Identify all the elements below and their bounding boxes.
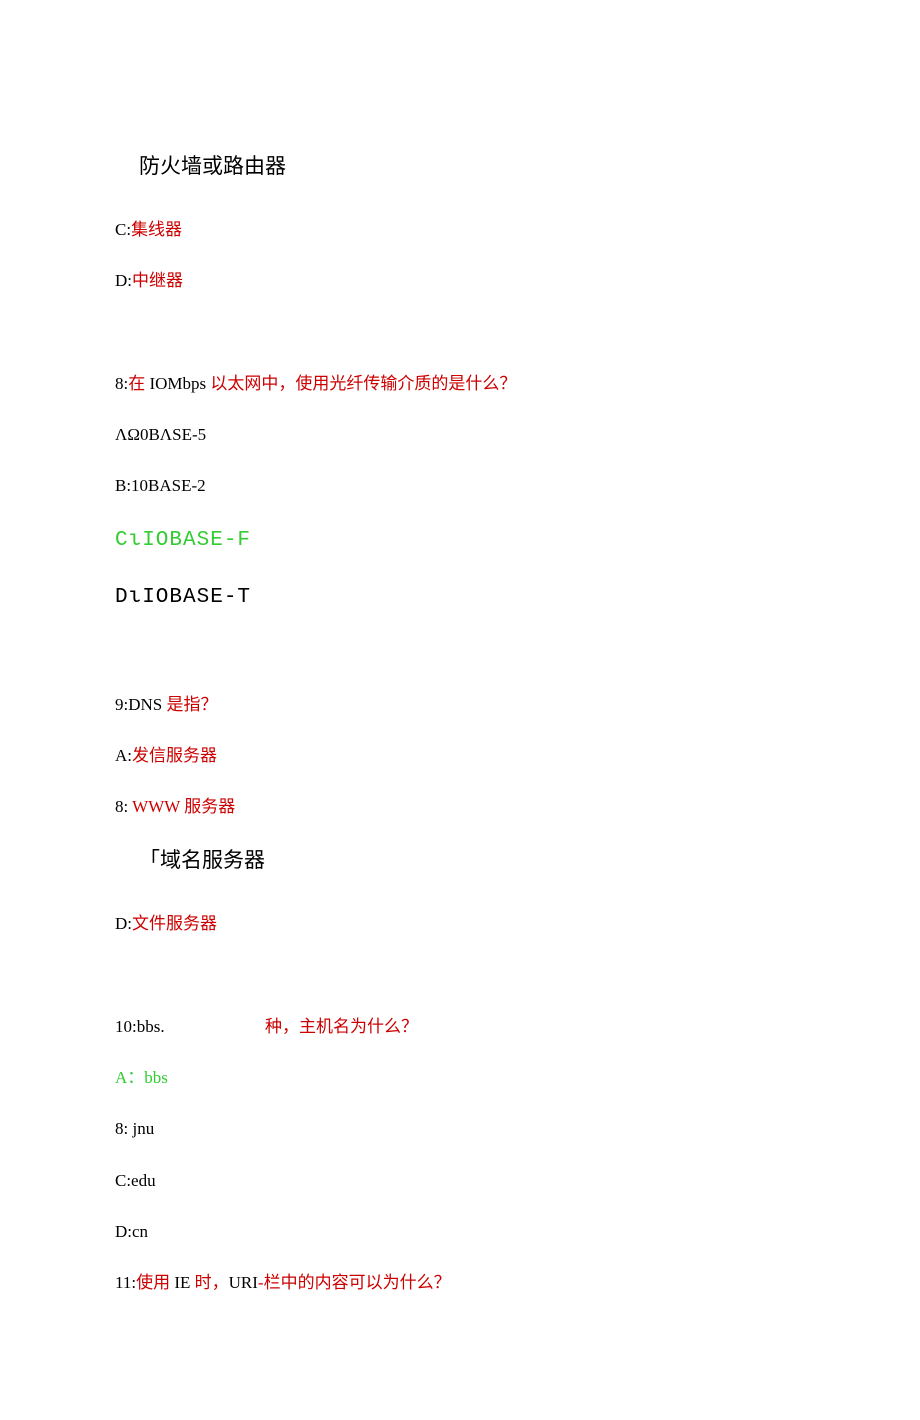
q9-option-a: A:发信服务器 [115,742,805,769]
q11-mid1: IE [170,1273,195,1292]
q9-question: 9:DNS 是指？ [115,691,805,718]
q11-prefix: 11: [115,1273,136,1292]
q7-option-d: D:中继器 [115,267,805,294]
q9-d-prefix: D: [115,914,132,933]
q7-c-prefix: C: [115,220,131,239]
q9-d-text: 文件服务器 [132,914,217,933]
q9-option-d: D:文件服务器 [115,910,805,937]
q7-c-text: 集线器 [131,220,182,239]
q9-a-prefix: A: [115,746,132,765]
q11-part2: 时， [195,1273,229,1292]
q10-question: 10:bbs.种，主机名为什么？ [115,1013,805,1040]
q10-option-a: A：bbs [115,1064,805,1091]
q10-option-b: 8: jnu [115,1115,805,1142]
q10-prefix: 10:bbs. [115,1013,265,1040]
q8-part2: 以太网中，使用光纤传输介质的是什么？ [210,374,516,393]
q9-text: 是指？ [162,695,217,714]
q8-prefix: 8: [115,374,128,393]
q8-option-b: B:10BASE-2 [115,472,805,499]
q8-option-d: DιIOBASE-T [115,581,805,615]
q8-option-a: ΛΩ0BΛSE-5 [115,421,805,448]
q8-part1: 在 [128,374,145,393]
q9-prefix: 9:DNS [115,695,162,714]
q8-mid: IOMbps [145,374,210,393]
q10-option-d: D:cn [115,1218,805,1245]
q9-b-prefix: 8: [115,797,132,816]
q7-d-prefix: D: [115,271,132,290]
q9-option-b: 8: WWW 服务器 [115,793,805,820]
q7-option-b-answer: 防火墙或路由器 [139,150,805,184]
q10-text: 种，主机名为什么？ [265,1017,418,1036]
q10-option-c: C:edu [115,1167,805,1194]
q7-option-c: C:集线器 [115,216,805,243]
q7-d-text: 中继器 [132,271,183,290]
q9-option-c: 「域名服务器 [139,844,805,878]
q9-a-text: 发信服务器 [132,746,217,765]
q8-option-c: CιIOBASE-F [115,524,805,558]
q11-question: 11:使用 IE 时，URI-栏中的内容可以为什么？ [115,1269,805,1296]
q11-mid2: URI [229,1273,258,1292]
q11-part1: 使用 [136,1273,170,1292]
q9-b-text: WWW 服务器 [132,797,235,816]
q11-part3: 栏中的内容可以为什么？ [264,1273,451,1292]
q8-question: 8:在 IOMbps 以太网中，使用光纤传输介质的是什么？ [115,370,805,397]
